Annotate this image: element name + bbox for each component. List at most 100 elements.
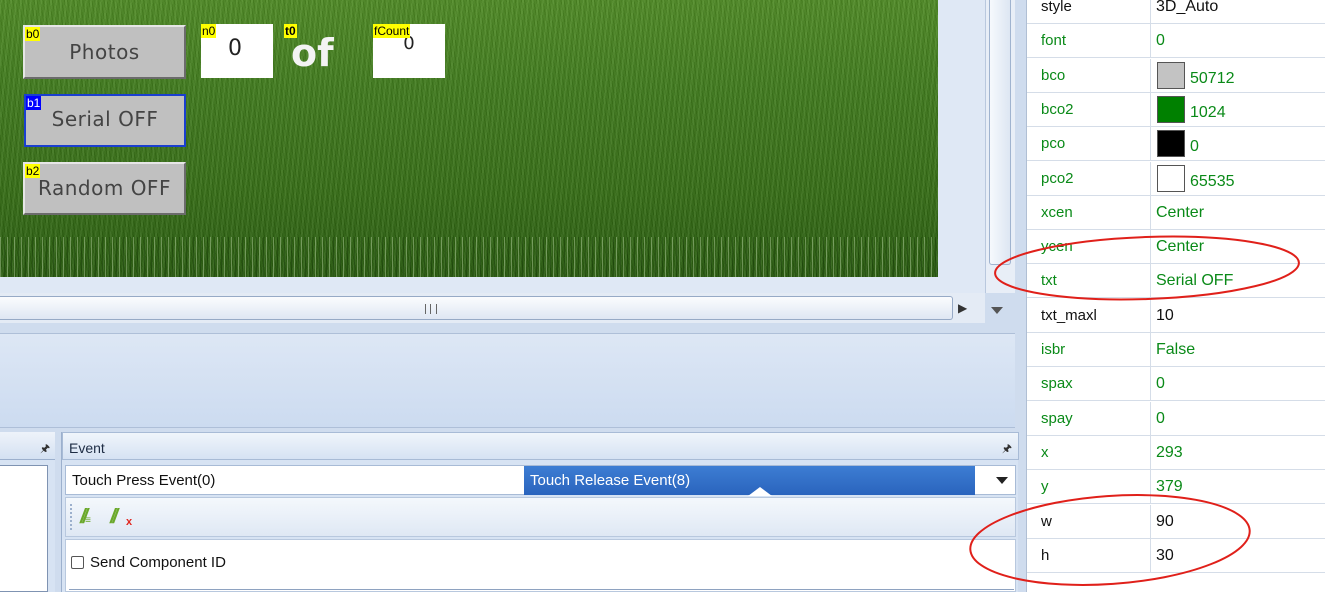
canvas-vertical-scrollbar[interactable] <box>985 0 1015 293</box>
uncomment-icon[interactable]: //x <box>110 506 132 529</box>
attribute-row-x[interactable]: x 293 <box>1027 435 1325 470</box>
attribute-row-style[interactable]: style 3D_Auto <box>1027 0 1325 24</box>
component-tag-b1: b1 <box>26 96 42 110</box>
attribute-name: font <box>1027 24 1151 58</box>
send-component-id-label[interactable]: Send Component ID <box>90 554 226 571</box>
number-fcount[interactable]: fCount 0 <box>373 24 445 78</box>
attribute-name: spax <box>1027 367 1151 401</box>
output-panel <box>0 333 1015 428</box>
attribute-row-txt-maxl[interactable]: txt_maxl 10 <box>1027 298 1325 333</box>
attribute-name: h <box>1027 538 1151 572</box>
attribute-name: isbr <box>1027 333 1151 366</box>
attribute-name: txt <box>1027 264 1151 298</box>
horizontal-scroll-thumb[interactable] <box>0 296 953 320</box>
attribute-value[interactable]: Serial OFF <box>1156 264 1233 297</box>
attribute-row-ycen[interactable]: ycen Center <box>1027 230 1325 265</box>
tab-touch-press[interactable]: Touch Press Event(0) <box>66 466 524 495</box>
attribute-name: bco <box>1027 58 1151 92</box>
attribute-row-xcen[interactable]: xcen Center <box>1027 195 1325 230</box>
event-code-toolbar: //≡ //x <box>65 497 1016 537</box>
button-random-label: Random OFF <box>38 176 171 200</box>
attribute-value[interactable]: False <box>1156 333 1195 366</box>
attribute-row-bco2[interactable]: bco2 1024 <box>1027 92 1325 129</box>
component-tag-b0: b0 <box>25 27 41 41</box>
zoom-dropdown-arrow-icon[interactable] <box>991 307 1003 314</box>
color-swatch[interactable] <box>1157 130 1185 158</box>
scroll-grip-icon <box>425 304 437 314</box>
text-t0[interactable]: t0 of <box>284 24 354 78</box>
attribute-value[interactable]: 3D_Auto <box>1156 0 1218 23</box>
design-canvas[interactable]: b0 Photos n0 0 t0 of fCount 0 b1 Serial … <box>0 0 985 293</box>
event-panel: Event 🖈 Touch Press Event(0) Touch Relea… <box>61 432 1019 592</box>
vertical-scroll-thumb[interactable] <box>989 0 1011 265</box>
color-swatch[interactable] <box>1157 61 1185 89</box>
attribute-value[interactable]: 90 <box>1156 505 1174 538</box>
toolbox-panel: 🖈 <box>0 432 55 592</box>
attribute-name: spay <box>1027 401 1151 435</box>
pin-icon[interactable]: 🖈 <box>40 440 50 459</box>
attribute-row-spay[interactable]: spay 0 <box>1027 401 1325 436</box>
code-editor-border <box>69 589 1014 590</box>
attribute-value[interactable]: 1024 <box>1190 96 1226 129</box>
event-code-area: Send Component ID <box>65 539 1016 592</box>
canvas-horizontal-scrollbar[interactable]: ▶ <box>0 293 985 323</box>
button-serial[interactable]: b1 Serial OFF <box>24 94 186 147</box>
text-t0-value: of <box>291 31 334 75</box>
attribute-name: xcen <box>1027 195 1151 229</box>
attribute-name: txt_maxl <box>1027 298 1151 332</box>
attribute-name: bco2 <box>1027 92 1151 126</box>
attribute-value[interactable]: Center <box>1156 230 1204 263</box>
color-swatch[interactable] <box>1157 95 1185 123</box>
attribute-row-font[interactable]: font 0 <box>1027 24 1325 59</box>
number-n0-value: 0 <box>228 36 242 61</box>
button-photos-label: Photos <box>69 40 140 64</box>
grass-texture <box>0 237 938 277</box>
attribute-value[interactable]: 293 <box>1156 436 1183 469</box>
comment-icon[interactable]: //≡ <box>80 506 91 529</box>
tab-touch-release[interactable]: Touch Release Event(8) <box>524 466 975 496</box>
attribute-value[interactable]: Center <box>1156 196 1204 229</box>
attribute-value[interactable]: 10 <box>1156 299 1174 332</box>
attribute-value[interactable]: 379 <box>1156 470 1183 503</box>
attribute-name: ycen <box>1027 230 1151 264</box>
color-swatch[interactable] <box>1157 164 1185 192</box>
attribute-row-pco[interactable]: pco 0 <box>1027 127 1325 163</box>
event-panel-header: Event 🖈 <box>62 432 1019 460</box>
component-tag-fcount: fCount <box>373 24 411 38</box>
component-tag-n0: n0 <box>201 24 217 38</box>
nextion-editor-window: b0 Photos n0 0 t0 of fCount 0 b1 Serial … <box>0 0 1325 592</box>
attribute-value[interactable]: 0 <box>1190 130 1199 163</box>
event-tabs: Touch Press Event(0) Touch Release Event… <box>65 465 1016 496</box>
tab-touch-press-label: Touch Press Event(0) <box>72 472 216 489</box>
attribute-panel: style 3D_Auto font 0 bco 50712 bco2 1024 pco 0 pco… <box>1026 0 1325 592</box>
attribute-row-isbr[interactable]: isbr False <box>1027 333 1325 367</box>
toolbox-panel-body <box>0 465 48 592</box>
attribute-name: y <box>1027 470 1151 504</box>
attribute-name: style <box>1027 0 1151 23</box>
attribute-row-y[interactable]: y 379 <box>1027 470 1325 505</box>
attribute-row-bco[interactable]: bco 50712 <box>1027 58 1325 95</box>
tabs-dropdown-arrow-icon[interactable] <box>996 477 1008 484</box>
attribute-name: w <box>1027 504 1151 538</box>
attribute-value[interactable]: 50712 <box>1190 62 1235 95</box>
attribute-value[interactable]: 0 <box>1156 402 1165 435</box>
pin-icon[interactable]: 🖈 <box>1002 440 1012 459</box>
attribute-value[interactable]: 0 <box>1156 367 1165 400</box>
button-photos[interactable]: b0 Photos <box>23 25 186 79</box>
attribute-name: pco2 <box>1027 161 1151 195</box>
attribute-name: pco <box>1027 127 1151 161</box>
attribute-value[interactable]: 65535 <box>1190 165 1235 198</box>
attribute-row-h[interactable]: h 30 <box>1027 538 1325 573</box>
attribute-row-spax[interactable]: spax 0 <box>1027 367 1325 402</box>
attribute-value[interactable]: 0 <box>1156 24 1165 57</box>
number-n0[interactable]: n0 0 <box>201 24 273 78</box>
attribute-value[interactable]: 30 <box>1156 539 1174 572</box>
send-component-id-checkbox[interactable] <box>71 556 84 569</box>
toolbox-panel-header: 🖈 <box>0 432 55 460</box>
button-random[interactable]: b2 Random OFF <box>23 162 186 215</box>
attribute-row-pco2[interactable]: pco2 65535 <box>1027 161 1325 198</box>
attribute-row-txt[interactable]: txt Serial OFF <box>1027 264 1325 299</box>
scroll-right-arrow-icon[interactable]: ▶ <box>958 301 967 315</box>
attribute-row-w[interactable]: w 90 <box>1027 504 1325 539</box>
tab-indicator <box>748 487 772 496</box>
